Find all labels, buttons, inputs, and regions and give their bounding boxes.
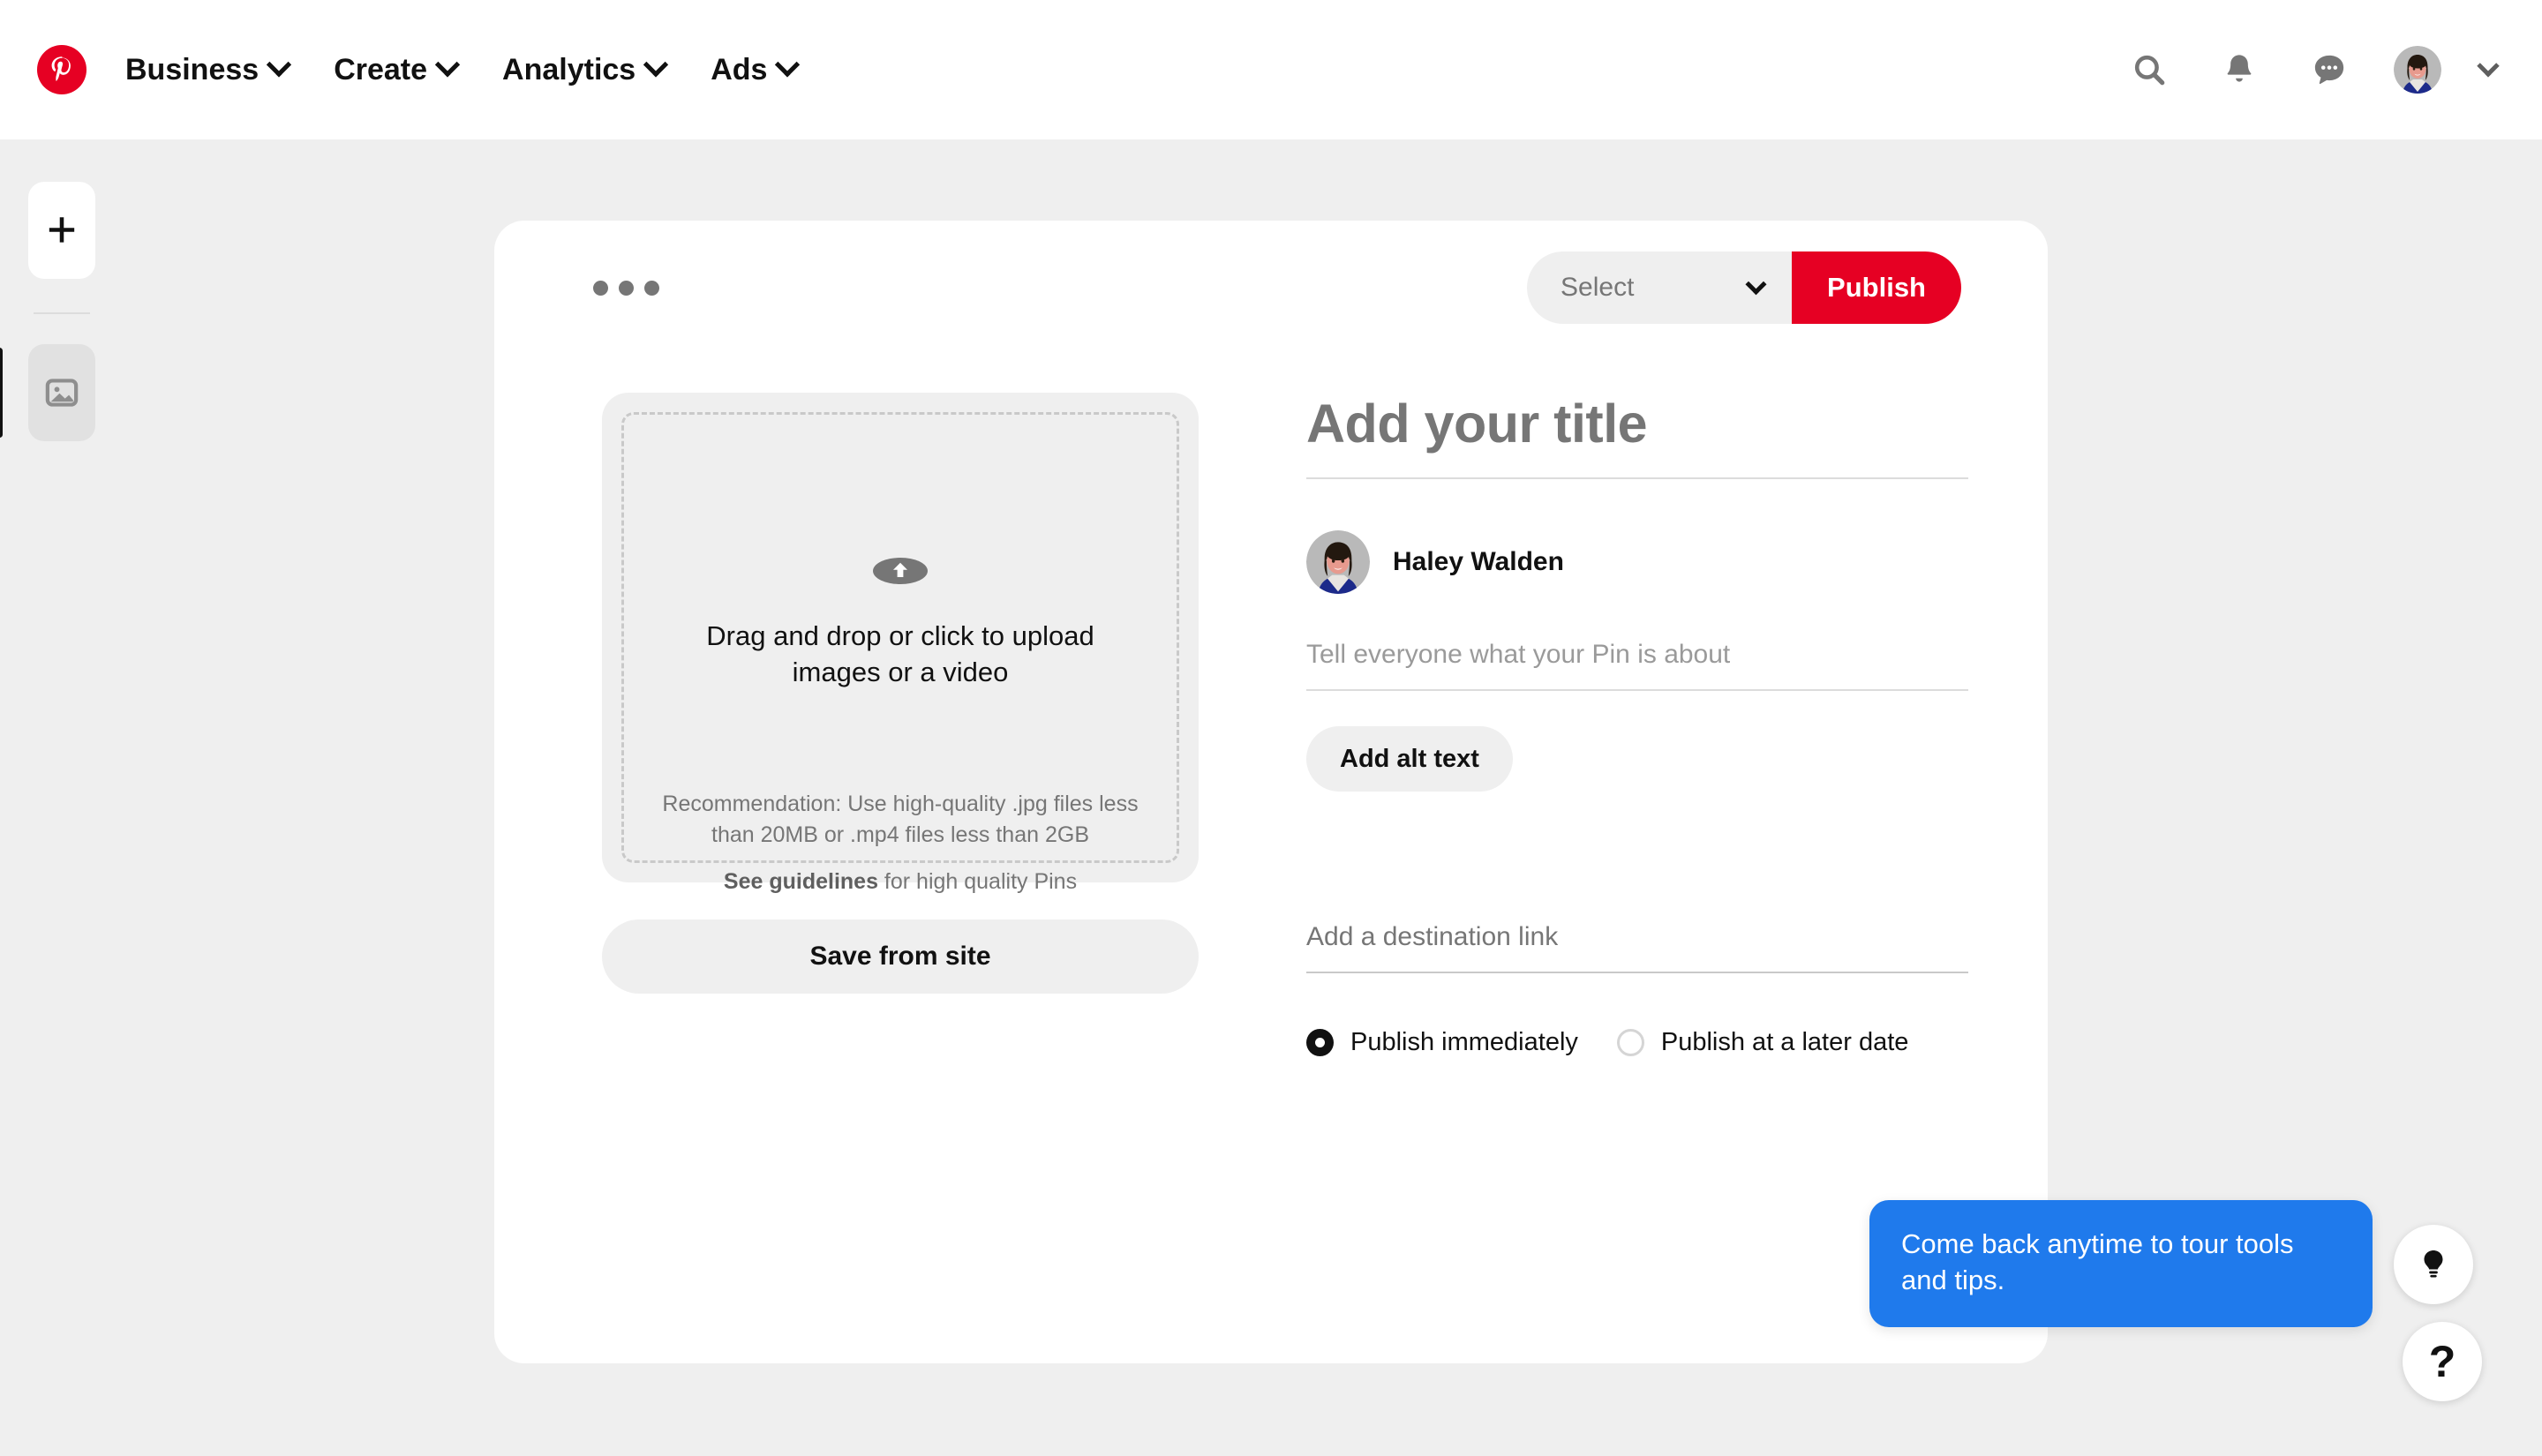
chevron-down-icon xyxy=(775,52,801,78)
radio-unselected-icon xyxy=(1616,1029,1644,1056)
radio-publish-immediately[interactable]: Publish immediately xyxy=(1306,1028,1578,1057)
board-select-value: Select xyxy=(1561,273,1635,302)
radio-publish-immediately-label: Publish immediately xyxy=(1350,1028,1578,1056)
more-options-icon[interactable] xyxy=(593,280,659,296)
top-navigation-bar: Business Create Analytics Ads xyxy=(0,0,2542,139)
nav-item-create[interactable]: Create xyxy=(311,44,479,96)
card-toolbar: Select Publish xyxy=(494,221,2048,355)
tour-tooltip[interactable]: Come back anytime to tour tools and tips… xyxy=(1869,1200,2373,1327)
nav-item-analytics-label: Analytics xyxy=(502,52,636,86)
radio-publish-later[interactable]: Publish at a later date xyxy=(1616,1028,1909,1057)
help-icon: ? xyxy=(2428,1337,2456,1386)
pin-draft-thumbnail[interactable] xyxy=(0,344,95,441)
tips-lightbulb-button[interactable] xyxy=(2394,1225,2473,1304)
destination-link-input[interactable]: Add a destination link xyxy=(1306,922,1968,973)
dropzone-guidelines: See guidelines for high quality Pins xyxy=(724,869,1077,895)
search-icon[interactable] xyxy=(2124,44,2175,95)
header-left-group: Business Create Analytics Ads xyxy=(0,44,819,96)
header-right-group xyxy=(2124,44,2542,95)
dropzone-recommendation: Recommendation: Use high-quality .jpg fi… xyxy=(662,792,1139,847)
add-alt-text-button[interactable]: Add alt text xyxy=(1306,726,1513,792)
save-from-site-button[interactable]: Save from site xyxy=(602,919,1199,994)
publish-button[interactable]: Publish xyxy=(1792,251,1961,324)
image-placeholder-icon xyxy=(45,379,79,407)
pinterest-logo-icon[interactable] xyxy=(37,45,86,94)
plus-icon xyxy=(49,217,75,243)
nav-item-analytics[interactable]: Analytics xyxy=(479,44,688,96)
add-pin-button[interactable] xyxy=(28,182,95,279)
author-avatar[interactable] xyxy=(1306,530,1370,594)
guidelines-rest: for high quality Pins xyxy=(877,869,1078,895)
nav-item-create-label: Create xyxy=(334,52,428,86)
upload-dropzone[interactable]: Drag and drop or click to upload images … xyxy=(602,393,1199,894)
nav-item-ads[interactable]: Ads xyxy=(688,44,819,96)
pin-builder-card: Select Publish Drag and drop or click to… xyxy=(494,221,2048,1363)
chevron-down-icon xyxy=(267,52,292,78)
dropzone-dashed-area: Drag and drop or click to upload images … xyxy=(621,412,1179,894)
active-indicator xyxy=(0,348,3,438)
upload-arrow-icon xyxy=(873,558,928,584)
nav-item-ads-label: Ads xyxy=(711,52,768,86)
nav-item-business[interactable]: Business xyxy=(102,44,311,96)
board-select[interactable]: Select xyxy=(1527,251,1793,324)
notifications-bell-icon[interactable] xyxy=(2214,44,2265,95)
lightbulb-icon xyxy=(2424,1250,2443,1278)
help-button[interactable]: ? xyxy=(2403,1322,2482,1401)
nav-item-business-label: Business xyxy=(125,52,259,86)
rail-divider xyxy=(34,312,90,314)
pin-details-column: Add your title Haley Walden Tell everyon… xyxy=(1306,393,1968,1057)
author-name: Haley Walden xyxy=(1393,547,1564,576)
pin-description-input[interactable]: Tell everyone what your Pin is about xyxy=(1306,640,1968,691)
publish-controls: Select Publish xyxy=(1527,251,1961,324)
messages-icon[interactable] xyxy=(2304,44,2355,95)
pin-title-input[interactable]: Add your title xyxy=(1306,393,1968,479)
chevron-down-icon xyxy=(434,52,461,78)
dropzone-headline: Drag and drop or click to upload images … xyxy=(706,620,1094,688)
radio-publish-later-label: Publish at a later date xyxy=(1660,1028,1909,1056)
schedule-options: Publish immediately Publish at a later d… xyxy=(1306,1028,1968,1057)
left-rail xyxy=(0,139,124,1456)
media-upload-column: Drag and drop or click to upload images … xyxy=(602,393,1199,994)
radio-selected-icon xyxy=(1306,1029,1334,1056)
see-guidelines-link[interactable]: See guidelines xyxy=(724,869,878,894)
account-chevron-down-icon[interactable] xyxy=(2477,55,2500,78)
avatar[interactable] xyxy=(2394,46,2441,94)
chevron-down-icon xyxy=(1745,273,1767,295)
chevron-down-icon xyxy=(643,52,669,78)
author-row: Haley Walden xyxy=(1306,530,1968,594)
